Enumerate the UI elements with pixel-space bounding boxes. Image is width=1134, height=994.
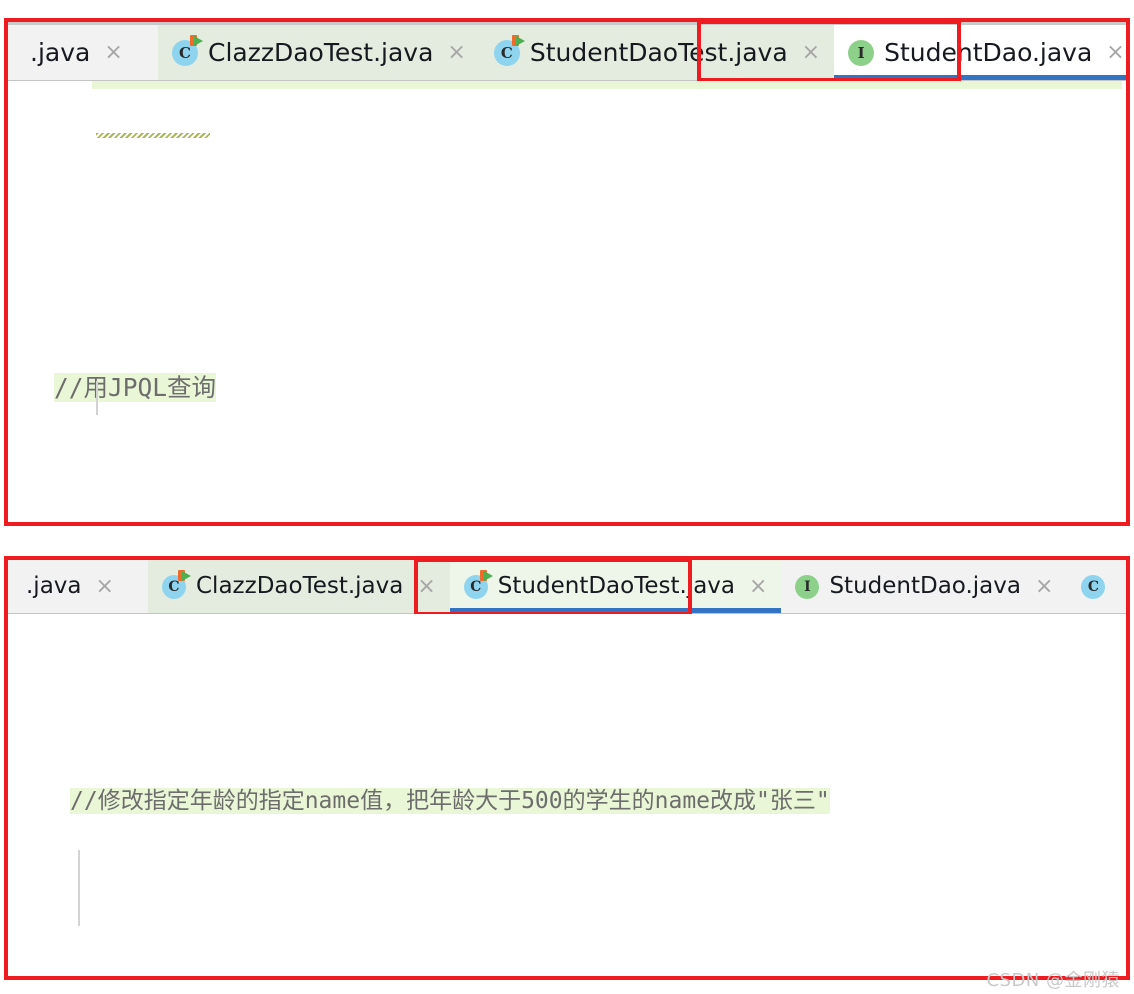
csdn-watermark: CSDN @金刚猿 [986, 970, 1120, 991]
studentdaotest-class-panel: .java × C ClazzDaoTest.java × C StudentD… [4, 556, 1130, 980]
code-line-comment-update: //修改指定年龄的指定name值，把年龄大于500的学生的name改成"张三" [8, 780, 1126, 822]
tab-studentdaotest-top[interactable]: C StudentDaoTest.java × [479, 25, 835, 80]
indent-guide [78, 850, 80, 926]
tab-label: .java [26, 573, 82, 599]
class-test-icon: C [162, 569, 191, 599]
indent-guide [96, 381, 98, 415]
tab-close-icon[interactable]: × [96, 575, 114, 598]
code-editor-top[interactable]: //用JPQL查询 @Modifying @Query("update Stud… [8, 81, 1126, 522]
tab-label: StudentDao.java [884, 38, 1093, 67]
code-line-parameterizedtest: @ParameterizedTest [8, 978, 1126, 980]
tab-close-icon[interactable]: × [1106, 41, 1124, 64]
tab-close-icon[interactable]: × [1035, 575, 1053, 598]
class-icon: C [1081, 574, 1106, 599]
spellcheck-underline [96, 133, 210, 138]
screenshot-root: .java × C ClazzDaoTest.java × C StudentD… [0, 0, 1134, 994]
tab-studentdao-bottom[interactable]: I StudentDao.java × [781, 560, 1068, 613]
tab-label: StudentDao.java [829, 573, 1021, 599]
editor-tabstrip-top[interactable]: .java × C ClazzDaoTest.java × C StudentD… [8, 22, 1126, 81]
tab-studentdao-top[interactable]: I StudentDao.java × [834, 25, 1126, 80]
tab-studentdaotest-bottom[interactable]: C StudentDaoTest.java × [449, 560, 782, 613]
tab-close-icon[interactable]: × [802, 41, 820, 64]
editor-tabstrip-bottom[interactable]: .java × C ClazzDaoTest.java × C StudentD… [8, 560, 1126, 614]
fold-highlight [92, 81, 1122, 89]
tab-clazzdaotest-top[interactable]: C ClazzDaoTest.java × [158, 25, 480, 80]
studentdao-interface-panel: .java × C ClazzDaoTest.java × C StudentD… [4, 18, 1130, 526]
tab-truncated-java-bottom[interactable]: .java × [8, 560, 148, 613]
tab-clazzdaotest-bottom[interactable]: C ClazzDaoTest.java × [148, 560, 450, 613]
class-test-icon: C [172, 34, 203, 66]
tab-label: StudentDaoTest.java [497, 573, 736, 599]
class-test-icon: C [493, 34, 525, 66]
code-editor-bottom[interactable]: //修改指定年龄的指定name值，把年龄大于500的学生的name改成"张三" … [8, 614, 1126, 980]
code-line-comment-jpql: //用JPQL查询 [8, 368, 1126, 412]
interface-icon: I [795, 574, 820, 599]
tab-label: ClazzDaoTest.java [208, 38, 434, 67]
tab-close-icon[interactable]: × [447, 41, 465, 64]
code-text: //用JPQL查询 [54, 373, 217, 402]
tab-truncated-class-bottom[interactable]: C [1067, 560, 1126, 613]
class-test-icon: C [463, 569, 493, 599]
tab-close-icon[interactable]: × [417, 575, 435, 598]
tab-label: .java [30, 38, 91, 67]
tab-label: ClazzDaoTest.java [196, 573, 404, 599]
tab-truncated-java-top[interactable]: .java × [8, 25, 158, 80]
tab-close-icon[interactable]: × [749, 575, 767, 598]
tab-label: StudentDaoTest.java [529, 38, 788, 67]
interface-icon: I [848, 39, 875, 66]
tab-close-icon[interactable]: × [104, 41, 122, 64]
code-text: //修改指定年龄的指定name值，把年龄大于500的学生的name改成"张三" [70, 788, 830, 814]
